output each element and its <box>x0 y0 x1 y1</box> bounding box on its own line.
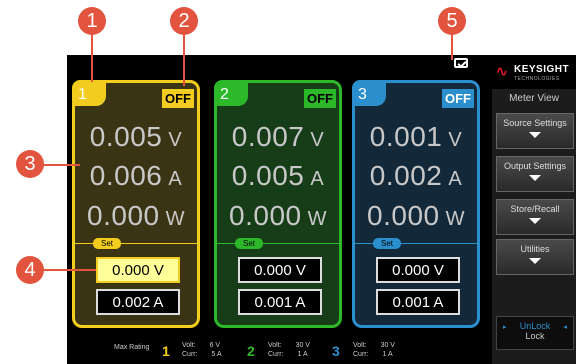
current-value: 0.002 <box>369 160 443 191</box>
voltage-reading: 0.007 V <box>217 121 339 153</box>
voltage-value: 0.005 <box>89 121 163 152</box>
callout-5: 5 <box>438 7 466 35</box>
volt-label: Volt: <box>353 342 367 349</box>
button-label: Source Settings <box>503 118 567 128</box>
power-value: 0.000 <box>367 200 440 231</box>
curr-label: Curr: <box>268 351 284 358</box>
set-label: Set <box>93 238 122 249</box>
arrow-down-icon <box>529 132 541 138</box>
rating-channel-3: 3 <box>332 343 340 359</box>
rating-channel-1: 1 <box>162 343 170 359</box>
curr-value: 5 A <box>211 351 222 358</box>
volt-label: Volt: <box>268 342 282 349</box>
output-state-badge[interactable]: OFF <box>442 89 474 108</box>
source-settings-button[interactable]: Source Settings <box>496 113 574 149</box>
set-label: Set <box>373 238 402 249</box>
rating-channel-2-info: Volt: 30 V Curr: 1 A <box>268 341 310 359</box>
current-value: 0.005 <box>231 160 305 191</box>
rating-channel-3-info: Volt: 30 V Curr: 1 A <box>353 341 395 359</box>
view-title: Meter View <box>509 93 559 104</box>
channel-number: 3 <box>352 80 386 106</box>
channel-number: 2 <box>214 80 248 106</box>
rating-channel-1-info: Volt: 6 V Curr: 5 A <box>182 341 222 359</box>
callout-5-line <box>451 34 453 60</box>
current-value: 0.006 <box>89 160 163 191</box>
set-current-field[interactable]: 0.001 A <box>376 289 460 315</box>
set-voltage-field[interactable]: 0.000 V <box>238 257 322 283</box>
arrow-down-icon <box>529 175 541 181</box>
voltage-value: 0.007 <box>231 121 305 152</box>
button-label: Utilities <box>520 244 550 254</box>
set-voltage-field[interactable]: 0.000 V <box>376 257 460 283</box>
button-label: Output Settings <box>503 161 567 171</box>
volt-value: 6 V <box>209 342 221 349</box>
channel-number: 1 <box>72 80 106 106</box>
keysight-wave-icon: ∿ <box>496 63 508 79</box>
set-voltage-field[interactable]: 0.000 V <box>96 257 180 283</box>
status-bar <box>67 55 492 75</box>
brand-name: KEYSIGHT <box>514 64 570 75</box>
output-state-badge[interactable]: OFF <box>304 89 336 108</box>
set-label: Set <box>235 238 264 249</box>
voltage-reading: 0.001 V <box>355 121 477 153</box>
utilities-button[interactable]: Utilities <box>496 239 574 275</box>
lock-label: Lock <box>525 331 545 341</box>
current-reading: 0.005 A <box>217 160 339 192</box>
power-unit: W <box>307 208 327 230</box>
arrow-down-icon <box>529 218 541 224</box>
channel-3-panel[interactable]: 3 OFF 0.001 V 0.002 A 0.000 W Set 0.000 V 0… <box>352 80 480 328</box>
current-unit: A <box>448 168 463 190</box>
brand-sub: TECHNOLOGIES <box>514 76 560 82</box>
current-reading: 0.006 A <box>75 160 197 192</box>
power-value: 0.000 <box>87 200 160 231</box>
message-icon[interactable] <box>454 58 468 68</box>
callout-2: 2 <box>170 7 198 35</box>
power-value: 0.000 <box>229 200 302 231</box>
output-state-badge[interactable]: OFF <box>162 89 194 108</box>
power-reading: 0.000 W <box>75 200 197 232</box>
callout-3: 3 <box>16 150 44 178</box>
unlock-label: UnLock <box>519 321 551 331</box>
voltage-value: 0.001 <box>369 121 443 152</box>
curr-label: Curr: <box>182 351 198 358</box>
rating-channel-2: 2 <box>247 343 255 359</box>
voltage-reading: 0.005 V <box>75 121 197 153</box>
brand-logo: ∿ KEYSIGHT TECHNOLOGIES <box>492 55 576 89</box>
max-rating-bar: Max Rating 1 Volt: 6 V Curr: 5 A 2 Volt:… <box>67 336 492 364</box>
current-unit: A <box>168 168 183 190</box>
curr-label: Curr: <box>353 351 369 358</box>
set-current-field[interactable]: 0.001 A <box>238 289 322 315</box>
volt-label: Volt: <box>182 342 196 349</box>
curr-value: 1 A <box>382 351 393 358</box>
voltage-unit: V <box>448 129 463 151</box>
store-recall-button[interactable]: Store/Recall <box>496 199 574 235</box>
power-unit: W <box>165 208 185 230</box>
power-unit: W <box>445 208 465 230</box>
callout-4: 4 <box>16 256 44 284</box>
max-rating-label: Max Rating <box>114 344 150 351</box>
volt-value: 30 V <box>380 342 395 349</box>
callout-1-line <box>91 34 93 82</box>
curr-value: 1 A <box>297 351 308 358</box>
power-reading: 0.000 W <box>355 200 477 232</box>
button-label: Store/Recall <box>510 204 560 214</box>
power-reading: 0.000 W <box>217 200 339 232</box>
arrow-left-icon: ◂ <box>563 324 567 331</box>
current-reading: 0.002 A <box>355 160 477 192</box>
set-current-field[interactable]: 0.002 A <box>96 289 180 315</box>
channel-1-panel[interactable]: 1 OFF 0.005 V 0.006 A 0.000 W Set 0.000 V 0… <box>72 80 200 328</box>
arrow-down-icon <box>529 258 541 264</box>
voltage-unit: V <box>168 129 183 151</box>
arrow-right-icon: ▸ <box>503 324 507 331</box>
callout-2-line <box>183 34 185 86</box>
voltage-unit: V <box>310 129 325 151</box>
current-unit: A <box>310 168 325 190</box>
channel-2-panel[interactable]: 2 OFF 0.007 V 0.005 A 0.000 W Set 0.000 V 0… <box>214 80 342 328</box>
callout-1: 1 <box>78 7 106 35</box>
softkey-sidebar: ∿ KEYSIGHT TECHNOLOGIES Meter View Sourc… <box>492 55 576 364</box>
output-settings-button[interactable]: Output Settings <box>496 156 574 192</box>
volt-value: 30 V <box>295 342 310 349</box>
lock-button[interactable]: ▸ UnLock Lock ◂ <box>496 316 574 350</box>
